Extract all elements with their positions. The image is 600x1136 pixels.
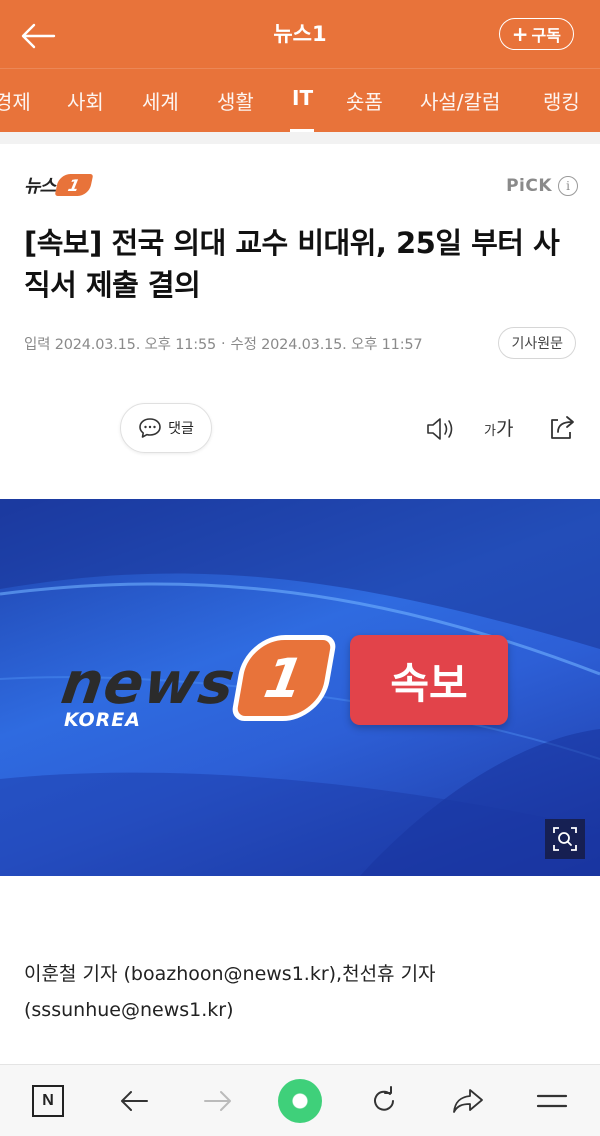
tab-ranking[interactable]: 랭킹	[543, 86, 580, 115]
press-logo-mark: 1	[54, 174, 94, 196]
tab-it[interactable]: IT	[292, 86, 313, 110]
article-hero-image: news 1 KOREA 속보	[0, 499, 600, 876]
browser-back-button[interactable]	[116, 1083, 152, 1119]
comment-button[interactable]: 댓글	[120, 403, 212, 453]
comment-label: 댓글	[168, 421, 194, 437]
share-button[interactable]	[546, 412, 578, 444]
pick-label: PiCK	[506, 176, 552, 196]
green-home-button[interactable]	[278, 1079, 322, 1123]
back-arrow-icon	[21, 23, 56, 49]
naver-home-button[interactable]: N	[30, 1083, 66, 1119]
image-zoom-button[interactable]	[545, 819, 585, 859]
breaking-news-badge: 속보	[350, 635, 508, 725]
share-arrow-icon	[453, 1089, 483, 1113]
article-timestamps: 입력 2024.03.15. 오후 11:55 · 수정 2024.03.15.…	[24, 333, 423, 354]
press-logo[interactable]: 뉴스 1	[24, 172, 94, 198]
browser-forward-button[interactable]	[200, 1083, 236, 1119]
tab-living[interactable]: 생활	[217, 86, 254, 115]
reload-icon	[374, 1086, 394, 1111]
speaker-icon	[427, 418, 453, 440]
original-article-button[interactable]: 기사원문	[498, 327, 576, 359]
browser-toolbar: N	[0, 1064, 600, 1136]
hero-news-wordmark: news	[57, 649, 240, 717]
category-tabs: 경제 사회 세계 생활 IT 숏폼 사설/칼럼 랭킹	[0, 68, 600, 132]
font-small-label: 가	[484, 424, 496, 439]
tab-society[interactable]: 사회	[67, 86, 104, 115]
back-arrow-icon	[121, 1091, 148, 1111]
section-divider	[0, 132, 600, 144]
tab-shortform[interactable]: 숏폼	[346, 86, 383, 115]
speech-bubble-icon	[139, 418, 161, 438]
font-big-label: 가	[495, 418, 514, 440]
article-headline: [속보] 전국 의대 교수 비대위, 25일 부터 사직서 제출 결의	[24, 226, 560, 302]
naver-n-icon: N	[32, 1085, 64, 1117]
pick-badge[interactable]: PiCK i	[506, 176, 578, 196]
browser-share-button[interactable]	[450, 1083, 486, 1119]
reload-button[interactable]	[366, 1083, 402, 1119]
published-time: 입력 2024.03.15. 오후 11:55	[24, 337, 217, 353]
subscribe-button[interactable]: + 구독	[498, 18, 574, 50]
menu-button[interactable]	[534, 1083, 570, 1119]
subscribe-label: 구독	[531, 26, 561, 45]
tab-world[interactable]: 세계	[142, 86, 179, 115]
article-byline: 이훈철 기자 (boazhoon@news1.kr),천선휴 기자 (sssun…	[24, 963, 436, 1021]
tab-economy[interactable]: 경제	[0, 86, 31, 115]
meta-separator: ·	[221, 335, 226, 352]
font-size-button[interactable]: 가 가	[484, 414, 513, 441]
info-icon: i	[558, 176, 578, 196]
plus-icon: +	[511, 22, 529, 46]
press-logo-text: 뉴스	[24, 176, 56, 197]
menu-icon	[536, 1094, 568, 1108]
tab-editorial[interactable]: 사설/칼럼	[420, 86, 500, 115]
forward-arrow-icon	[204, 1091, 231, 1111]
share-icon	[551, 416, 574, 439]
modified-time: 수정 2024.03.15. 오후 11:57	[230, 337, 423, 353]
green-dot-icon	[278, 1079, 322, 1123]
app-header: 뉴스1 + 구독	[0, 0, 600, 68]
audio-button[interactable]	[424, 414, 458, 444]
hero-korea-label: KOREA	[64, 709, 141, 731]
zoom-icon	[553, 827, 577, 851]
back-button[interactable]	[14, 14, 62, 58]
